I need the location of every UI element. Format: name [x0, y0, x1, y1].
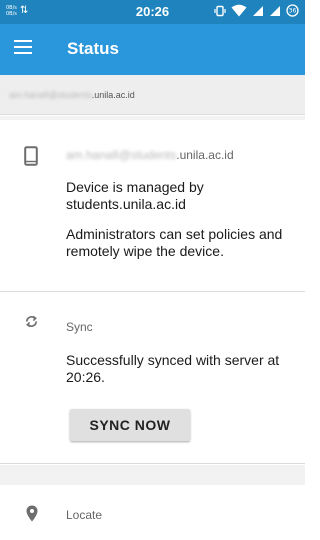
location-pin-icon [26, 505, 38, 522]
device-managed-text: Device is managed by students.unila.ac.i… [66, 179, 204, 212]
svg-text:36: 36 [289, 8, 297, 15]
signal-icon [253, 5, 263, 16]
menu-icon[interactable] [14, 40, 32, 58]
device-email-domain: .unila.ac.id [176, 148, 234, 162]
device-email-redacted: am.hanafi@students [66, 148, 177, 162]
phone-icon [24, 146, 38, 166]
admin-policy-text: Administrators can set policies and remo… [66, 226, 283, 259]
sync-icon [25, 315, 38, 328]
locate-card: Locate [0, 485, 305, 540]
account-header: am.hanafi@students.unila.ac.id [0, 75, 305, 115]
status-bar: 0B/s 0B/s ⇅ 20:26 36 [0, 0, 305, 24]
account-email-redacted: am.hanafi@students [9, 90, 92, 100]
page-title: Status [67, 39, 119, 58]
app-bar: Status [0, 24, 305, 75]
status-icons: 36 [214, 4, 299, 17]
device-account-email: am.hanafi@students.unila.ac.id [66, 148, 234, 162]
wifi-icon [231, 4, 247, 17]
sync-status-text: Successfully synced with server at 20:26… [66, 352, 280, 385]
locate-label: Locate [66, 508, 103, 522]
sync-label: Sync [66, 320, 93, 334]
vibrate-icon [214, 5, 226, 16]
section-gap [0, 465, 305, 485]
battery-icon: 36 [286, 4, 299, 17]
device-card: am.hanafi@students.unila.ac.id Device is… [0, 120, 305, 292]
account-email: am.hanafi@students.unila.ac.id [9, 90, 135, 100]
signal-icon [270, 5, 280, 16]
account-email-domain: .unila.ac.id [91, 90, 135, 100]
sync-now-button[interactable]: SYNC NOW [70, 409, 190, 441]
